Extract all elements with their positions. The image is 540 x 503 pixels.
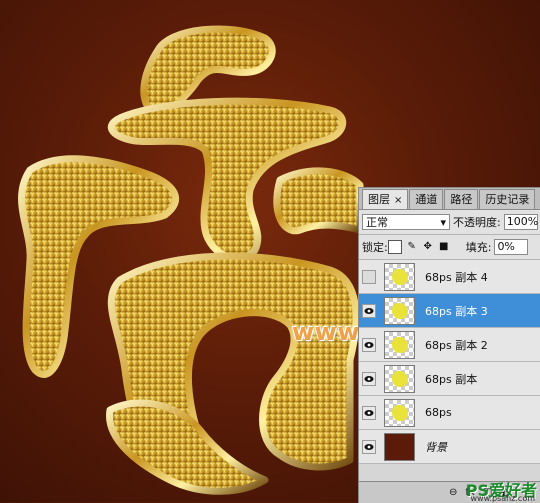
layer-row[interactable]: 68ps 副本 xyxy=(359,362,540,396)
lock-icon[interactable]: ■ xyxy=(438,241,450,253)
lock-fill-row: 锁定: ✎ ✥ ■ 填充: 0% xyxy=(359,235,540,260)
layer-row[interactable]: 背景 xyxy=(359,430,540,464)
chevron-down-icon: ▾ xyxy=(440,215,446,229)
eye-icon[interactable] xyxy=(362,405,376,420)
blend-mode-select[interactable]: 正常 ▾ xyxy=(362,214,450,230)
layer-thumbnail-art xyxy=(392,336,408,353)
layer-name: 68ps 副本 4 xyxy=(425,270,488,284)
layer-row-selected[interactable]: 68ps 副本 3 xyxy=(359,294,540,328)
layer-row[interactable]: 68ps 副本 2 xyxy=(359,328,540,362)
lock-transparency-icon[interactable] xyxy=(387,240,402,254)
blend-mode-value: 正常 xyxy=(366,216,388,229)
eye-icon[interactable] xyxy=(362,371,376,386)
layers-panel: 图层 × 通道 路径 历史记录 正常 ▾ 不透明度: 100% 锁定: ✎ ✥ ■… xyxy=(358,187,540,503)
layer-thumbnail-art xyxy=(392,370,408,387)
layer-thumbnail xyxy=(384,330,415,359)
layer-thumbnail-art xyxy=(392,268,408,285)
tab-channels[interactable]: 通道 xyxy=(409,189,444,209)
close-icon[interactable]: × xyxy=(394,195,402,206)
eye-icon[interactable] xyxy=(362,337,376,352)
layer-thumbnail xyxy=(384,398,415,427)
layer-name: 背景 xyxy=(425,440,447,454)
fill-label: 填充: xyxy=(465,241,492,254)
layer-name: 68ps xyxy=(425,406,452,419)
blend-opacity-row: 正常 ▾ 不透明度: 100% xyxy=(359,210,540,235)
calligraphy-strokes xyxy=(18,25,364,495)
eye-icon[interactable] xyxy=(362,303,376,318)
layer-thumbnail xyxy=(384,296,415,325)
layer-name: 68ps 副本 3 xyxy=(425,304,488,318)
tab-paths[interactable]: 路径 xyxy=(444,189,479,209)
layer-thumbnail xyxy=(384,432,415,461)
tab-history-label: 历史记录 xyxy=(485,193,530,206)
link-icon[interactable]: ⊖ xyxy=(449,487,457,498)
tab-channels-label: 通道 xyxy=(415,193,438,206)
layer-name: 68ps 副本 2 xyxy=(425,338,488,352)
layer-row[interactable]: 68ps xyxy=(359,396,540,430)
tab-paths-label: 路径 xyxy=(450,193,473,206)
brush-icon[interactable]: ✎ xyxy=(406,241,418,253)
visibility-toggle[interactable] xyxy=(362,269,376,284)
layer-thumbnail-art xyxy=(392,302,408,319)
opacity-input[interactable]: 100% xyxy=(503,214,538,230)
opacity-label: 不透明度: xyxy=(453,216,501,229)
tab-layers-label: 图层 xyxy=(368,193,390,206)
fill-input[interactable]: 0% xyxy=(494,239,529,255)
tab-history[interactable]: 历史记录 xyxy=(479,189,536,209)
eye-icon[interactable] xyxy=(362,439,376,454)
layer-thumbnail-art xyxy=(392,404,408,421)
layer-list: 68ps 副本 4 68ps 副本 3 68ps 副本 2 68ps 副本 68… xyxy=(359,260,540,464)
layer-row[interactable]: 68ps 副本 4 xyxy=(359,260,540,294)
layer-thumbnail xyxy=(384,262,415,291)
lock-label: 锁定: xyxy=(362,241,388,254)
panel-tabs: 图层 × 通道 路径 历史记录 xyxy=(359,188,540,210)
layer-name: 68ps 副本 xyxy=(425,372,478,386)
layer-thumbnail xyxy=(384,364,415,393)
move-icon[interactable]: ✥ xyxy=(422,241,434,253)
tab-layers[interactable]: 图层 × xyxy=(362,189,409,209)
